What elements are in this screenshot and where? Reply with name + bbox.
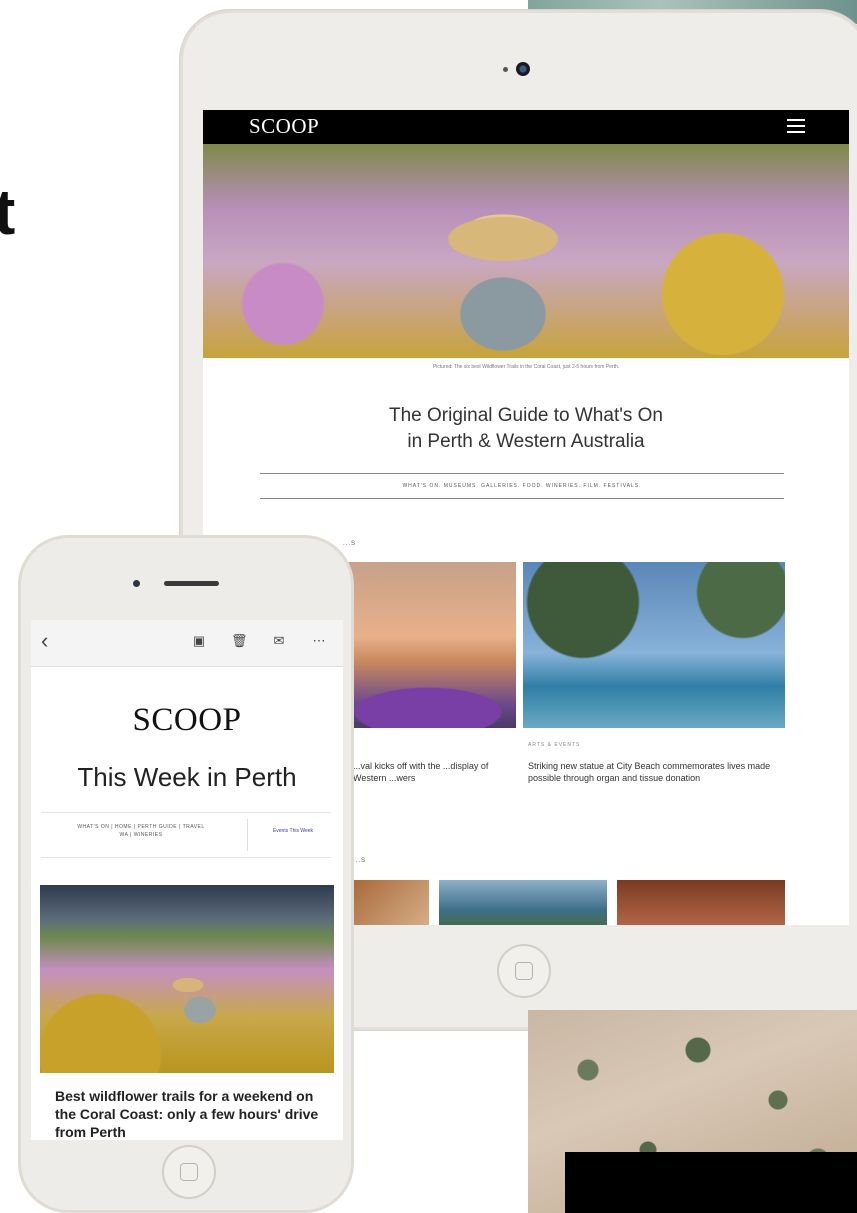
home-square-icon (515, 962, 533, 980)
phone-speaker (164, 581, 219, 586)
nav-divider (247, 819, 248, 851)
page-heading: The Original Guide to What's On in Perth… (203, 403, 849, 455)
category-links[interactable]: WHAT'S ON. MUSEUMS. GALLERIES. FOOD. WIN… (260, 483, 784, 489)
phone-camera (133, 580, 140, 587)
article-thumbnail[interactable] (439, 880, 607, 925)
newsletter-hero-image[interactable] (40, 885, 334, 1073)
events-this-week-link[interactable]: Events This Week (255, 828, 331, 834)
section-label: ...S (343, 541, 357, 547)
nav-links[interactable]: WHAT'S ON | HOME | PERTH GUIDE | TRAVEL … (41, 823, 241, 839)
article-title[interactable]: ...val kicks off with the ...display of … (353, 760, 503, 784)
divider-bottom (260, 498, 784, 499)
article-image-city-wildflowers[interactable] (338, 562, 516, 728)
hero-caption: Pictured: The six best Wildflower Trails… (432, 364, 620, 370)
divider-top (260, 473, 784, 474)
newsletter-article-title[interactable]: Best wildflower trails for a weekend on … (55, 1087, 323, 1140)
tablet-sensor (503, 67, 508, 72)
hamburger-icon[interactable] (787, 119, 805, 133)
heading-line-1: The Original Guide to What's On (389, 405, 663, 426)
newsletter-title: This Week in Perth (77, 762, 297, 792)
hero-image (203, 144, 849, 358)
article-image-city-beach-statue[interactable] (523, 562, 785, 728)
article-thumbnail[interactable] (617, 880, 785, 925)
black-panel (565, 1152, 857, 1213)
archive-icon[interactable]: ▣ (191, 633, 207, 649)
site-nav-bar: SCOOP (203, 110, 849, 144)
more-icon[interactable]: ⋯ (311, 633, 327, 649)
heading-line-2: in Perth & Western Australia (407, 431, 645, 452)
newsletter-logo: SCOOP (132, 702, 242, 738)
article-thumbnail[interactable] (353, 880, 429, 925)
section-label: ...S (353, 858, 367, 864)
article-title[interactable]: Striking new statue at City Beach commem… (528, 760, 778, 784)
mail-icon[interactable]: ✉ (271, 633, 287, 649)
email-toolbar: ‹ ▣ 🗑 ✉ ⋯ (31, 620, 343, 667)
home-square-icon (180, 1163, 198, 1181)
trash-icon[interactable]: 🗑 (231, 633, 248, 649)
phone-screen: ‹ ▣ 🗑 ✉ ⋯ SCOOP This Week in Perth WHAT'… (31, 620, 343, 1140)
phone-home-button[interactable] (162, 1145, 216, 1199)
chevron-left-icon[interactable]: ‹ (41, 630, 48, 652)
site-logo[interactable]: SCOOP (249, 114, 319, 139)
article-tag: ARTS & EVENTS (528, 742, 581, 748)
left-heading-fragment: t (0, 176, 16, 248)
tablet-home-button[interactable] (497, 944, 551, 998)
tablet-camera (516, 62, 530, 76)
nav-links-line-2[interactable]: WA | WINERIES (41, 831, 241, 839)
nav-links-line-1[interactable]: WHAT'S ON | HOME | PERTH GUIDE | TRAVEL (41, 823, 241, 831)
newsletter-nav: WHAT'S ON | HOME | PERTH GUIDE | TRAVEL … (41, 812, 331, 858)
